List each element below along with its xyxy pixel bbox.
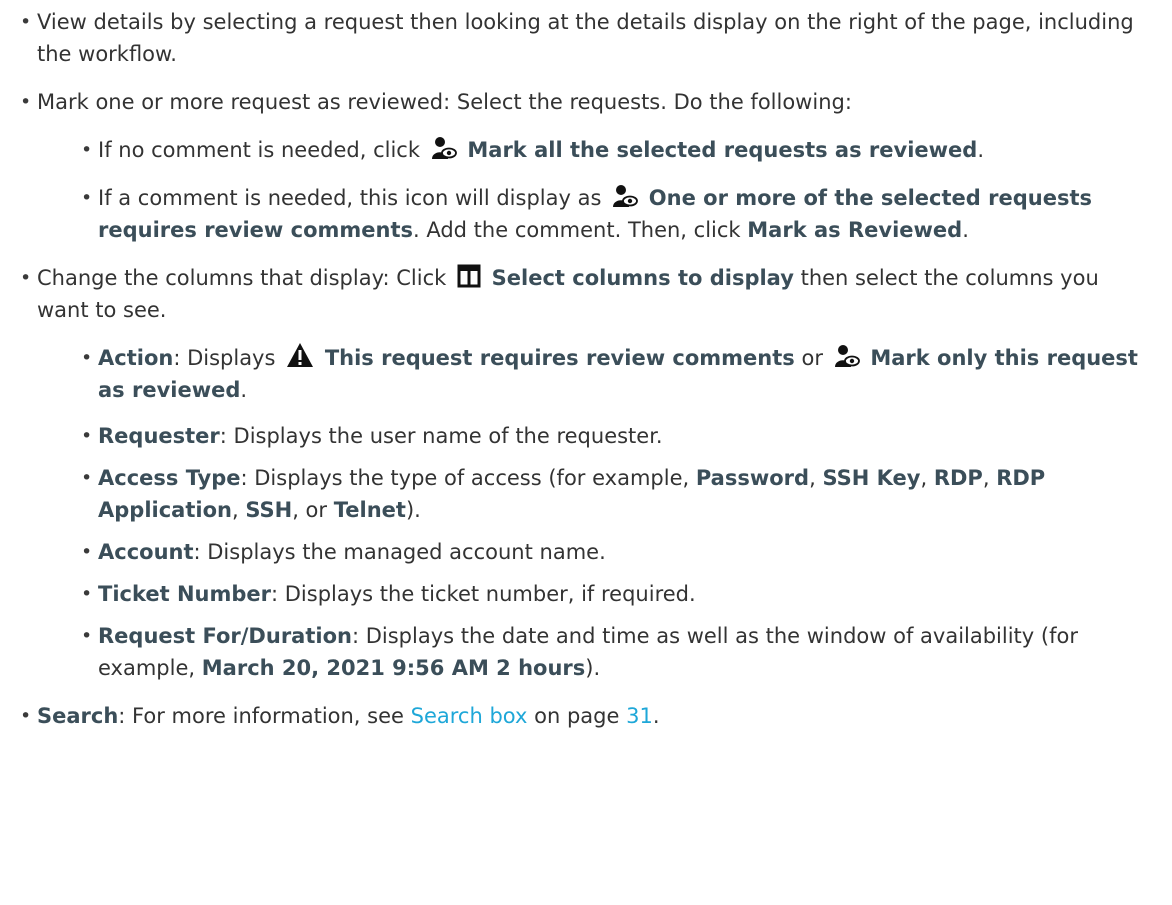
account-label: Account: [98, 540, 194, 564]
search-label: Search: [37, 704, 119, 728]
list-item-view-details: View details by selecting a request then…: [20, 6, 1150, 70]
document-page: View details by selecting a request then…: [0, 0, 1172, 732]
comment-needed-text: If a comment is needed, this icon will d…: [98, 186, 602, 210]
action-label: Action: [98, 346, 174, 370]
change-columns-text: Change the columns that display: Click: [37, 266, 447, 290]
user-review-icon: [431, 136, 457, 160]
no-comment-text: If no comment is needed, click: [98, 138, 420, 162]
list-item-account: Account: Displays the managed account na…: [81, 536, 1150, 568]
requester-text: : Displays the user name of the requeste…: [219, 424, 663, 448]
access-rdp: RDP: [933, 466, 983, 490]
search-period: .: [652, 704, 660, 728]
search-text: : For more information, see: [118, 704, 404, 728]
list-item-comment-needed: If a comment is needed, this icon will d…: [81, 182, 1150, 246]
search-mid: on page: [534, 704, 620, 728]
access-type-text: : Displays the type of access (for examp…: [240, 466, 690, 490]
view-details-text: View details by selecting a request then…: [37, 10, 1134, 66]
list-item-action: Action: Displays This request requires r…: [81, 342, 1150, 406]
requires-comments-label: This request requires review comments: [324, 346, 795, 370]
access-or: , or: [292, 498, 328, 522]
action-period: .: [240, 378, 248, 402]
request-for-label: Request For/Duration: [98, 624, 352, 648]
access-telnet: Telnet: [333, 498, 406, 522]
user-review-icon: [612, 184, 638, 208]
list-item-request-for: Request For/Duration: Displays the date …: [81, 620, 1150, 684]
mark-as-reviewed-label: Mark as Reviewed: [747, 218, 963, 242]
access-type-label: Access Type: [98, 466, 241, 490]
user-review-icon: [834, 344, 860, 368]
account-text: : Displays the managed account name.: [193, 540, 606, 564]
comment-needed-period: .: [962, 218, 969, 242]
select-columns-label: Select columns to display: [491, 266, 794, 290]
ticket-number-label: Ticket Number: [98, 582, 272, 606]
list-item-mark-reviewed: Mark one or more request as reviewed: Se…: [20, 86, 1150, 246]
mark-reviewed-text: Mark one or more request as reviewed: Se…: [37, 90, 852, 114]
columns-sublist: Action: Displays This request requires r…: [37, 342, 1150, 684]
mark-reviewed-sublist: If no comment is needed, click Mark all …: [37, 134, 1150, 246]
warning-icon: [286, 342, 314, 368]
access-password: Password: [695, 466, 810, 490]
page-number-link[interactable]: 31: [626, 704, 653, 728]
columns-icon: [457, 264, 481, 288]
access-close: ).: [405, 498, 421, 522]
list-item-no-comment: If no comment is needed, click Mark all …: [81, 134, 1150, 166]
list-item-change-columns: Change the columns that display: Click S…: [20, 262, 1150, 684]
main-list: View details by selecting a request then…: [20, 6, 1150, 732]
list-item-requester: Requester: Displays the user name of the…: [81, 420, 1150, 452]
action-or: or: [801, 346, 823, 370]
requester-label: Requester: [98, 424, 220, 448]
list-item-search: Search: For more information, see Search…: [20, 700, 1150, 732]
request-for-close: ).: [585, 656, 601, 680]
comment-needed-mid: . Add the comment. Then, click: [413, 218, 741, 242]
search-box-link[interactable]: Search box: [411, 704, 528, 728]
access-ssh-key: SSH Key: [822, 466, 921, 490]
list-item-ticket-number: Ticket Number: Displays the ticket numbe…: [81, 578, 1150, 610]
access-ssh: SSH: [245, 498, 293, 522]
ticket-number-text: : Displays the ticket number, if require…: [271, 582, 696, 606]
request-for-example: March 20, 2021 9:56 AM 2 hours: [201, 656, 586, 680]
list-item-access-type: Access Type: Displays the type of access…: [81, 462, 1150, 526]
mark-all-selected-reviewed-label: Mark all the selected requests as review…: [467, 138, 978, 162]
no-comment-period: .: [977, 138, 984, 162]
action-text: : Displays: [173, 346, 276, 370]
